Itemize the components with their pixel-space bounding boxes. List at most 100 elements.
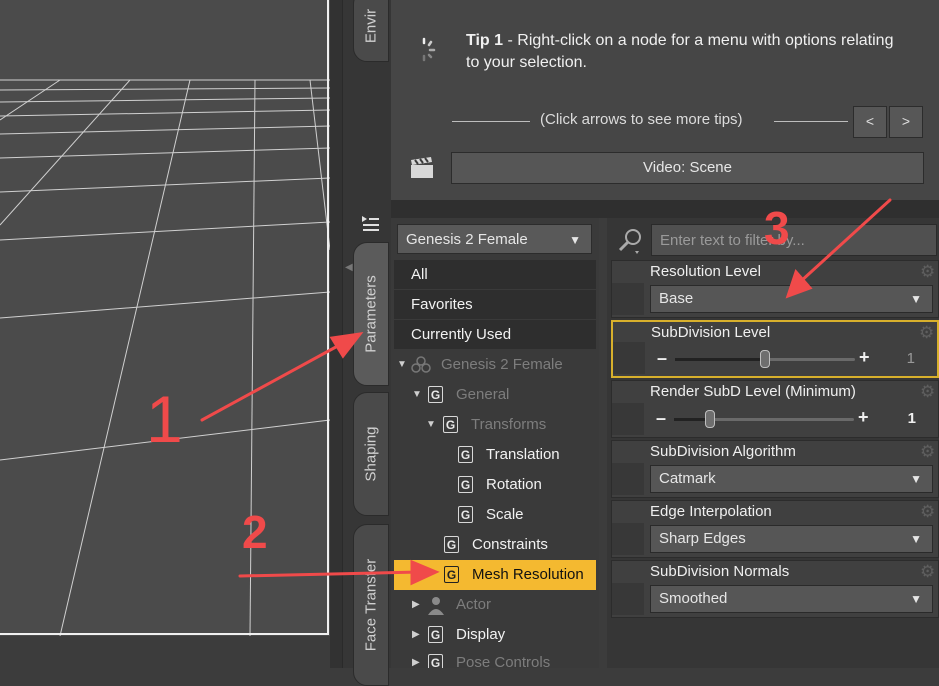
next-tip-button[interactable]: > [889,106,923,138]
group-icon: G [428,386,443,403]
gear-icon[interactable]: ⚙ [920,383,936,400]
tree-node-rotation[interactable]: G Rotation [394,470,596,500]
tree-node-scale[interactable]: G Scale [394,500,596,530]
dropdown-value: Smoothed [659,590,728,607]
tree-node-display[interactable]: ▶ G Display [394,620,596,650]
tree-node-actor[interactable]: ▶ Actor [394,590,596,620]
3d-viewport[interactable] [0,0,330,636]
loading-spinner-icon [410,36,438,64]
collapse-arrow-icon[interactable]: ◀ [345,262,353,273]
video-scene-button[interactable]: Video: Scene [451,152,924,184]
tree-node-label: Rotation [486,476,542,493]
previous-tip-button[interactable]: < [853,106,887,138]
figure-icon [410,355,432,375]
gear-icon[interactable]: ⚙ [920,503,936,520]
list-item-favorites[interactable]: Favorites [394,290,596,320]
group-icon: G [444,566,459,583]
edge-interpolation-dropdown[interactable]: Sharp Edges ▼ [650,525,933,553]
tab-face-transfer[interactable]: Face Transfer [353,524,389,686]
tree-node-label: Mesh Resolution [472,566,584,583]
tips-hint: (Click arrows to see more tips) [540,111,743,128]
tree-node-label: General [456,386,510,403]
render-subd-slider[interactable] [674,410,854,428]
tab-environment[interactable]: Envir [353,0,389,62]
decrement-button[interactable]: – [656,408,666,429]
gear-icon[interactable]: ⚙ [920,263,936,280]
divider-line [774,121,848,122]
param-edge-interpolation: Edge Interpolation ⚙ Sharp Edges ▼ [611,500,939,558]
tip-number: Tip 1 [466,32,504,49]
chevron-down-icon: ▼ [569,233,581,247]
group-icon: G [444,536,459,553]
param-label: SubDivision Level [651,324,771,341]
figure-selector-dropdown[interactable]: Genesis 2 Female ▼ [397,224,592,254]
decrement-button[interactable]: – [657,348,667,369]
tree-node-genesis-2-female[interactable]: ▼ Genesis 2 Female [394,350,596,380]
clapperboard-icon [409,156,435,180]
group-icon: G [428,626,443,643]
gear-icon[interactable]: ⚙ [919,324,935,341]
increment-button[interactable]: + [858,407,869,428]
tree-node-label: Constraints [472,536,548,553]
group-icon: G [428,654,443,668]
group-icon: G [458,506,473,523]
param-handle [612,283,644,315]
figure-selector-value: Genesis 2 Female [406,231,528,248]
tree-node-constraints[interactable]: G Constraints [394,530,596,560]
slider-value[interactable]: 1 [907,350,915,367]
tree-node-general[interactable]: ▼ G General [394,380,596,410]
expand-arrow-icon[interactable]: ▼ [412,380,422,410]
param-subdivision-normals: SubDivision Normals ⚙ Smoothed ▼ [611,560,939,618]
increment-button[interactable]: + [859,347,870,368]
subdivision-level-slider[interactable] [675,350,855,368]
slider-value[interactable]: 1 [908,410,916,427]
tab-environment-label: Envir [362,8,380,44]
collapsed-arrow-icon[interactable]: ▶ [412,590,420,620]
filter-search-input[interactable] [652,225,936,255]
tab-shaping-label: Shaping [362,426,380,482]
param-subdivision-algorithm: SubDivision Algorithm ⚙ Catmark ▼ [611,440,939,498]
tree-node-label: Scale [486,506,524,523]
tree-node-label: Display [456,626,506,643]
param-handle [613,342,645,374]
tree-node-label: Translation [486,446,560,463]
tab-parameters-label: Parameters [362,275,380,353]
param-handle [612,583,644,615]
param-handle [612,523,644,555]
gear-icon[interactable]: ⚙ [920,443,936,460]
tree-node-transforms[interactable]: ▼ G Transforms [394,410,596,440]
group-icon: G [443,416,458,433]
ground-grid [0,79,330,636]
param-subdivision-level: SubDivision Level ⚙ – + 1 [611,320,939,378]
slider-handle[interactable] [705,410,715,428]
filter-search-field[interactable] [651,224,937,256]
tree-node-mesh-resolution[interactable]: G Mesh Resolution [394,560,596,590]
tab-parameters[interactable]: Parameters [353,242,389,386]
panel-splitter[interactable] [391,200,939,218]
dropdown-value: Sharp Edges [659,530,746,547]
tree-node-translation[interactable]: G Translation [394,440,596,470]
search-icon[interactable] [617,227,645,255]
expand-arrow-icon[interactable]: ▼ [426,410,436,440]
gear-icon[interactable]: ⚙ [920,563,936,580]
slider-handle[interactable] [760,350,770,368]
tab-shaping[interactable]: Shaping [353,392,389,516]
subdivision-normals-dropdown[interactable]: Smoothed ▼ [650,585,933,613]
collapsed-arrow-icon[interactable]: ▶ [412,620,420,650]
group-icon: G [458,476,473,493]
param-label: SubDivision Normals [650,563,790,580]
list-item-all[interactable]: All [394,260,596,290]
param-label: Resolution Level [650,263,761,280]
panel-menu-icon[interactable] [359,212,381,234]
chevron-down-icon: ▼ [910,292,922,306]
side-tab-column: Envir ◀ Parameters Shaping Face Transfer [342,0,392,686]
list-item-currently-used[interactable]: Currently Used [394,320,596,350]
subdivision-algorithm-dropdown[interactable]: Catmark ▼ [650,465,933,493]
tip-body: - Right-click on a node for a menu with … [466,32,894,71]
expand-arrow-icon[interactable]: ▼ [397,350,407,380]
tree-node-pose-controls[interactable]: ▶ G Pose Controls [394,648,596,668]
resolution-level-dropdown[interactable]: Base ▼ [650,285,933,313]
person-icon [426,595,446,615]
param-label: Render SubD Level (Minimum) [650,383,856,400]
collapsed-arrow-icon[interactable]: ▶ [412,648,420,668]
